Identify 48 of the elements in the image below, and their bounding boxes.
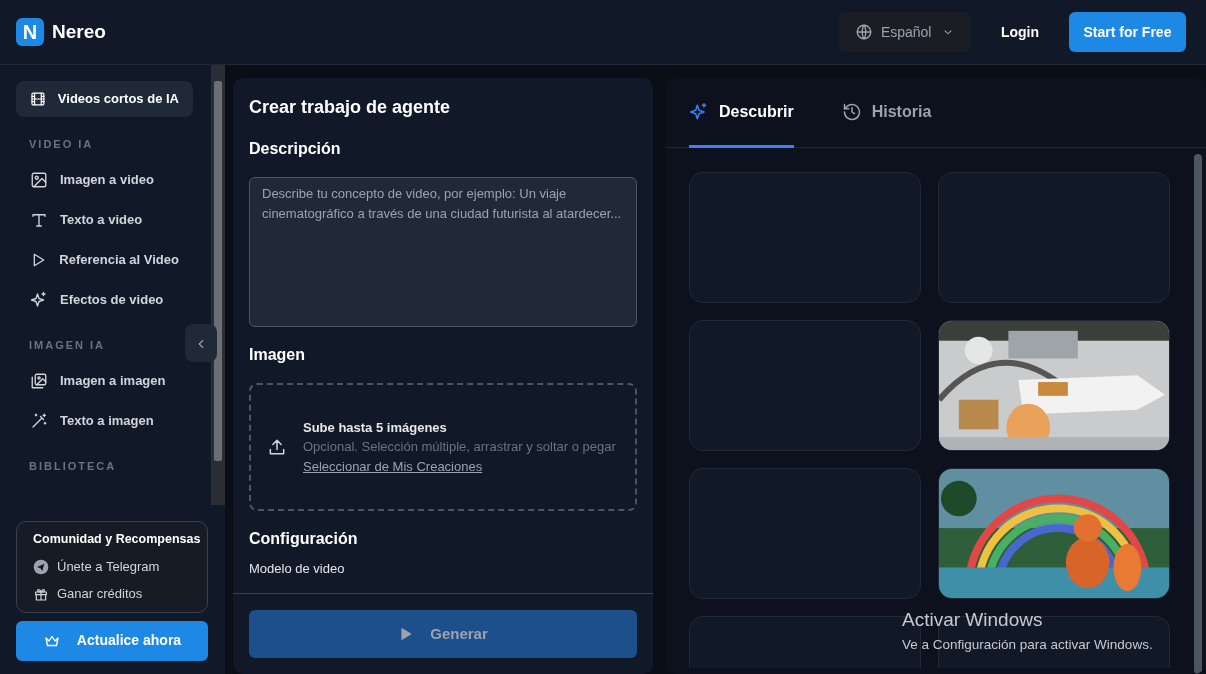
community-link[interactable]: Ganar créditos	[33, 584, 199, 604]
upload-title: Sube hasta 5 imágenes	[303, 418, 448, 437]
tab[interactable]: Historia	[841, 78, 932, 148]
activation-title: Activar Windows	[902, 608, 1044, 632]
upgrade-button[interactable]: Actualice ahora	[16, 620, 208, 661]
sidebar-item[interactable]: Texto a imagen	[16, 403, 193, 439]
form-title: Crear trabajo de agente	[249, 96, 452, 119]
sidebar-item[interactable]: Imagen a imagen	[16, 363, 193, 399]
sidebar-item[interactable]: Texto a video	[16, 202, 193, 238]
send-icon	[33, 558, 49, 575]
sparkle-icon	[30, 291, 48, 309]
tab[interactable]: Descubrir	[689, 78, 794, 148]
field-label: Modelo de video	[249, 560, 346, 578]
upload-hint: Opcional. Selección múltiple, arrastrar y soltar o pegar	[303, 438, 616, 457]
field-label: Descripción	[249, 139, 342, 159]
community-link[interactable]: Únete a Telegram	[33, 556, 199, 577]
sidebar-item[interactable]: Referencia al Video	[16, 242, 193, 278]
sparkle-icon	[689, 101, 709, 122]
sidebar-item[interactable]: Efectos de video	[16, 282, 193, 318]
language-select[interactable]: Español	[838, 12, 971, 52]
description-field[interactable]: Describe tu concepto de video, por ejemplo: Un viaje cinematográfico a través de una ciudad futurista al atardecer...	[249, 177, 637, 327]
scrollbar[interactable]	[211, 65, 225, 505]
field-label: Configuración	[249, 529, 359, 549]
scrollbar[interactable]	[1194, 154, 1202, 674]
upload-dropzone[interactable]: Sube hasta 5 imágenes Opcional. Selección múltiple, arrastrar y soltar o pegar Seleccionar de Mis Creaciones	[249, 383, 637, 511]
start-free-button[interactable]: Start for Free	[1069, 12, 1186, 52]
activation-text: Ve a Configuración para activar Windows.	[902, 635, 1153, 654]
text-icon	[30, 211, 48, 229]
film-icon	[30, 90, 46, 108]
community-title: Comunidad y Recompensas	[33, 531, 199, 548]
magic-wand-icon	[30, 412, 48, 430]
globe-icon	[854, 23, 873, 41]
section-heading: VIDEO IA	[29, 137, 94, 151]
field-label: Imagen	[249, 345, 306, 365]
brand-name: Nereo	[52, 19, 106, 44]
section-heading: IMAGEN IA	[29, 338, 106, 352]
collapse-button[interactable]	[185, 324, 217, 362]
sidebar-item[interactable]: Imagen a video	[16, 162, 193, 198]
gift-icon	[33, 586, 49, 602]
history-icon	[841, 101, 862, 122]
section-heading: BIBLIOTECA	[29, 459, 117, 473]
select-creations-link[interactable]: Seleccionar de Mis Creaciones	[303, 458, 483, 474]
logo-icon: N	[16, 18, 44, 46]
login-button[interactable]: Login	[994, 20, 1045, 44]
images-icon	[30, 372, 48, 390]
sidebar-item[interactable]: Videos cortos de IA	[16, 81, 193, 117]
image-icon	[30, 171, 48, 189]
upload-icon	[267, 437, 287, 457]
